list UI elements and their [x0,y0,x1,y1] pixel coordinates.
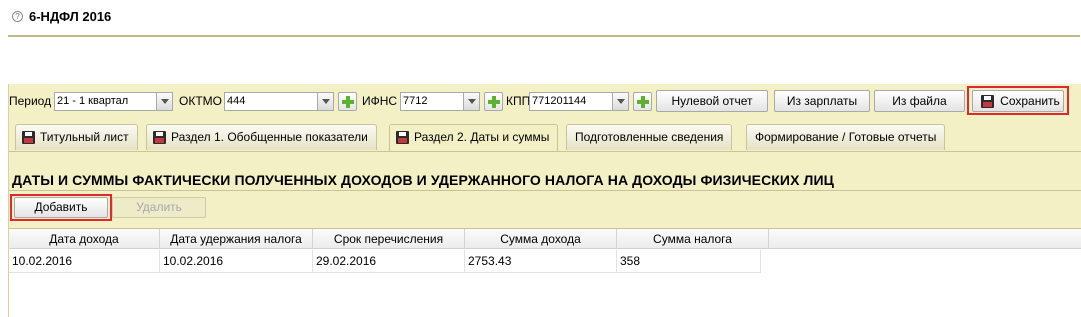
chevron-down-icon[interactable] [612,93,628,110]
tab-generation-reports[interactable]: Формирование / Готовые отчеты [746,124,946,150]
save-button-label: Сохранить [1000,94,1060,108]
tab-title-page[interactable]: Титульный лист [15,124,138,150]
toolbar: Период 21 - 1 квартал ОКТМО 444 ИФНС 771… [9,86,1081,115]
add-oktmo-plus-icon[interactable] [338,92,357,111]
tab-prepared-data[interactable]: Подготовленные сведения [566,124,733,150]
column-header[interactable]: Срок перечисления [313,229,465,249]
floppy-disk-icon [396,131,409,144]
table-row[interactable]: 10.02.2016 10.02.2016 29.02.2016 2753.43… [9,250,1081,272]
column-header[interactable]: Сумма дохода [465,229,617,249]
oktmo-value: 444 [227,95,246,107]
chevron-down-icon[interactable] [463,93,479,110]
floppy-disk-icon [22,131,35,144]
period-value: 21 - 1 квартал [57,95,129,107]
period-select[interactable]: 21 - 1 квартал [54,92,173,111]
table-header: Дата дохода Дата удержания налога Срок п… [9,229,1081,249]
data-table: Дата дохода Дата удержания налога Срок п… [9,228,1081,317]
table-cell[interactable]: 29.02.2016 [313,250,465,272]
tab-section-2[interactable]: Раздел 2. Даты и суммы [389,124,559,151]
help-icon[interactable]: ? [12,11,23,22]
floppy-disk-icon [981,95,994,108]
section-header: ДАТЫ И СУММЫ ФАКТИЧЕСКИ ПОЛУЧЕННЫХ ДОХОД… [9,151,1081,189]
kpp-value: 771201144 [532,95,587,107]
column-header[interactable]: Сумма налога [617,229,769,249]
kpp-label: КПП [506,94,531,108]
action-bar: Добавить Удалить [9,190,1081,221]
kpp-select[interactable]: 771201144 [529,92,629,111]
add-kpp-plus-icon[interactable] [633,92,652,111]
chevron-down-icon[interactable] [156,93,172,110]
ifns-value: 7712 [403,95,428,107]
tab-label: Формирование / Готовые отчеты [755,130,937,144]
tab-strip: Титульный лист Раздел 1. Обобщенные пока… [9,124,1081,151]
tab-section-1[interactable]: Раздел 1. Обобщенные показатели [146,124,377,150]
floppy-disk-icon [153,131,166,144]
tab-label: Раздел 1. Обобщенные показатели [171,130,368,144]
from-file-button[interactable]: Из файла [874,90,965,112]
table-cell[interactable]: 358 [617,250,761,272]
column-header[interactable]: Дата удержания налога [160,229,313,249]
tab-label: Титульный лист [40,130,129,144]
title-bar: ? 6-НДФЛ 2016 [0,0,1081,37]
title-divider [8,35,1080,37]
column-header[interactable]: Дата дохода [9,229,160,249]
page-title: 6-НДФЛ 2016 [29,9,112,24]
tab-label: Подготовленные сведения [575,130,724,144]
ifns-select[interactable]: 7712 [400,92,480,111]
tab-label: Раздел 2. Даты и суммы [414,130,550,144]
from-salary-button[interactable]: Из зарплаты [774,90,870,112]
table-cell[interactable]: 2753.43 [465,250,617,272]
oktmo-label: ОКТМО [179,94,222,108]
period-label: Период [9,94,52,108]
table-cell[interactable]: 10.02.2016 [160,250,313,272]
delete-button[interactable]: Удалить [112,197,206,218]
chevron-down-icon[interactable] [317,93,333,110]
table-cell[interactable]: 10.02.2016 [9,250,160,272]
add-button[interactable]: Добавить [14,197,108,218]
save-button[interactable]: Сохранить [972,90,1064,112]
row-divider [9,272,761,273]
oktmo-select[interactable]: 444 [224,92,334,111]
zero-report-button[interactable]: Нулевой отчет [656,90,768,112]
ifns-label: ИФНС [362,94,398,108]
add-ifns-plus-icon[interactable] [484,92,503,111]
report-panel: Период 21 - 1 квартал ОКТМО 444 ИФНС 771… [8,84,1081,317]
section-title: ДАТЫ И СУММЫ ФАКТИЧЕСКИ ПОЛУЧЕННЫХ ДОХОД… [12,172,834,188]
